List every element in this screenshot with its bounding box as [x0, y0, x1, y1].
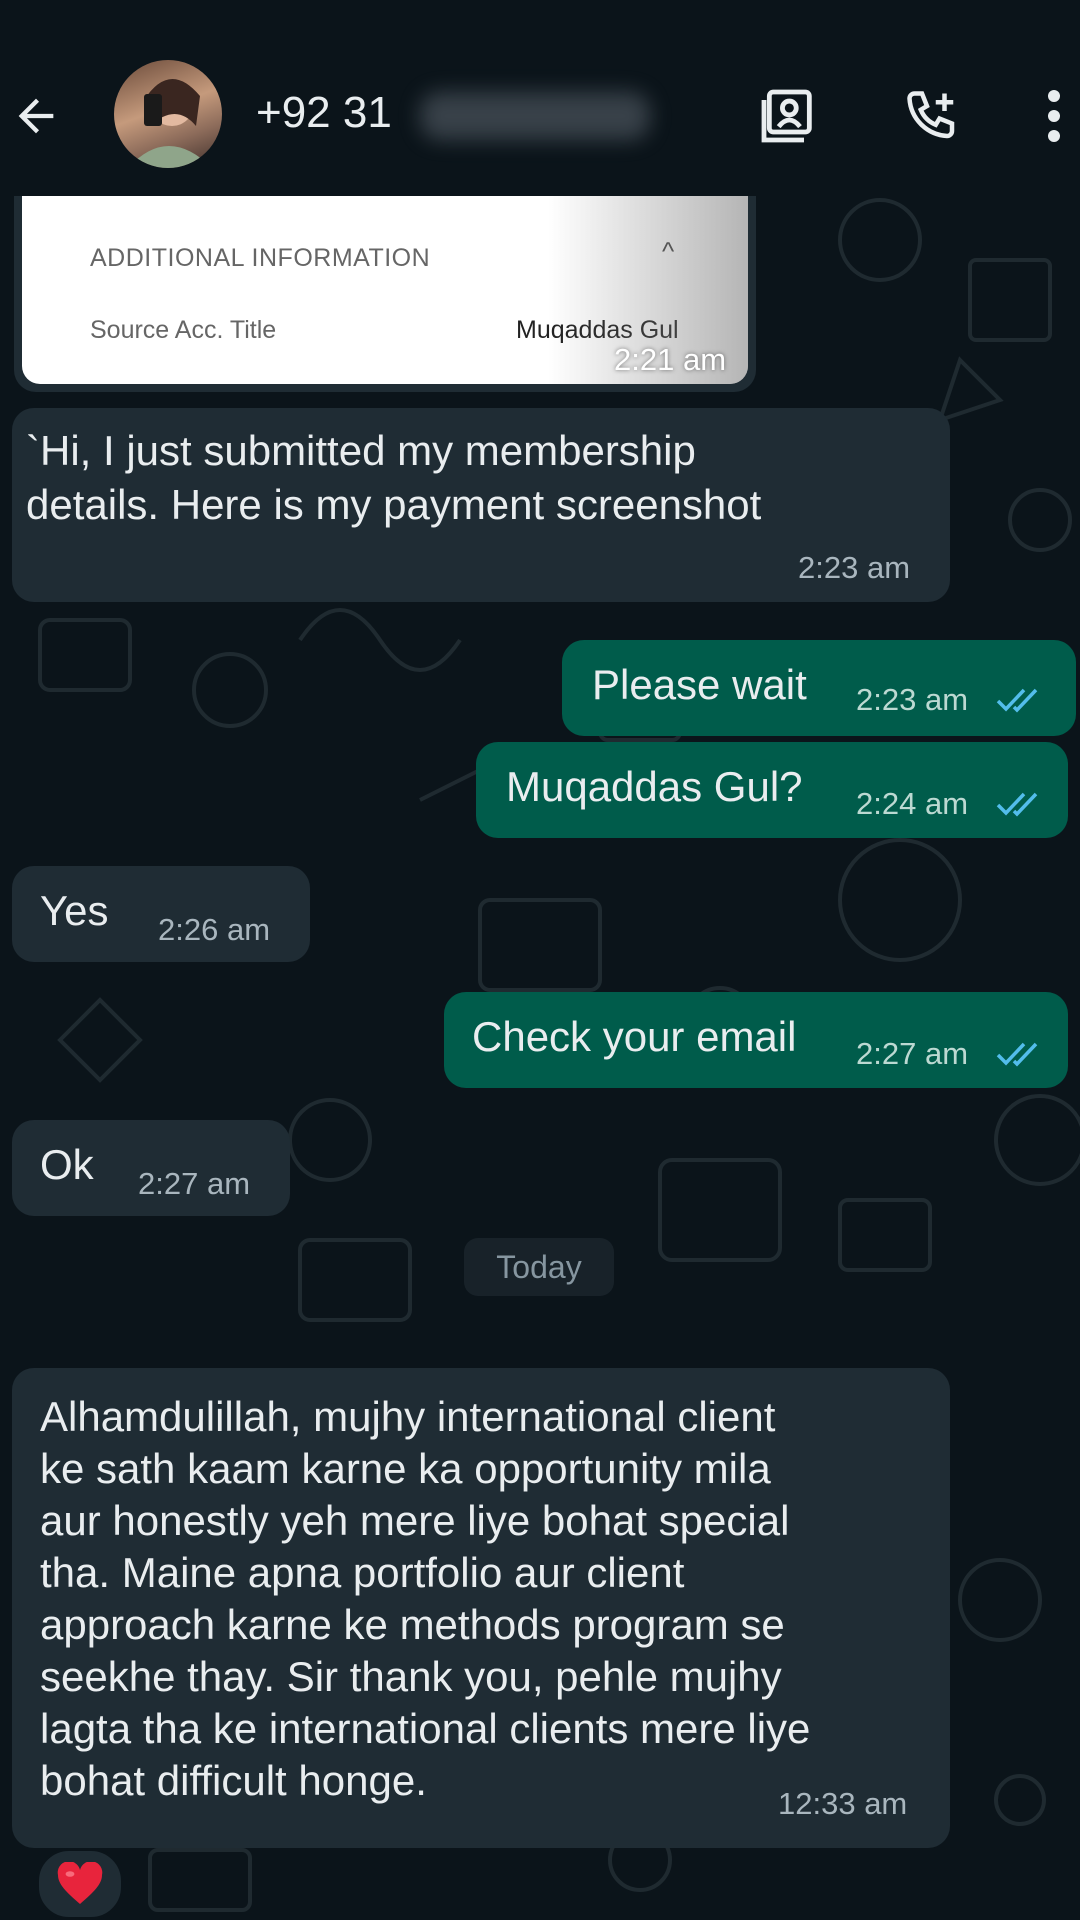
contact-avatar[interactable]: [114, 60, 222, 168]
back-button[interactable]: [4, 84, 68, 148]
message-time: 2:23 am: [856, 682, 969, 717]
message-text-line: approach karne ke methods program se: [40, 1601, 785, 1648]
message-text-line: tha. Maine apna portfolio aur client: [40, 1549, 685, 1596]
message-time: 2:24 am: [856, 786, 969, 821]
message-time: 2:21 am: [614, 342, 727, 377]
read-ticks-icon: [996, 1042, 1038, 1067]
add-call-icon: [907, 91, 955, 139]
avatar-image: [128, 78, 212, 168]
date-separator: Today: [464, 1238, 614, 1296]
message-text-line: bohat difficult honge.: [40, 1757, 427, 1804]
message-time: 2:23 am: [798, 550, 911, 585]
message-time: 2:27 am: [138, 1166, 251, 1201]
message-text: Please wait: [592, 661, 807, 708]
reaction-badge[interactable]: [36, 1848, 124, 1920]
arrow-left-icon: [18, 98, 54, 134]
message-text-line: ke sath kaam karne ka opportunity mila: [40, 1445, 771, 1492]
chat-area[interactable]: ADDITIONAL INFORMATION ^ Source Acc. Tit…: [0, 196, 1080, 1920]
message-text-line: `Hi, I just submitted my membership: [26, 427, 696, 474]
message-text-line: lagta tha ke international clients mere …: [40, 1705, 811, 1752]
read-ticks-icon: [996, 688, 1038, 713]
message-text-line: aur honestly yeh mere liye bohat special: [40, 1497, 790, 1544]
message-text-line: details. Here is my payment screenshot: [26, 481, 762, 528]
card-title: ADDITIONAL INFORMATION: [90, 244, 431, 272]
message-incoming[interactable]: `Hi, I just submitted my membership deta…: [12, 408, 950, 602]
read-ticks-icon: [996, 792, 1038, 817]
message-text-line: Alhamdulillah, mujhy international clien…: [40, 1393, 776, 1440]
redacted-number: [420, 92, 650, 140]
message-text: Ok: [40, 1141, 94, 1188]
more-options-button[interactable]: [1018, 80, 1080, 152]
image-message[interactable]: ADDITIONAL INFORMATION ^ Source Acc. Tit…: [14, 196, 756, 392]
message-time: 12:33 am: [778, 1786, 908, 1821]
chat-header: +92 31: [0, 0, 1080, 196]
message-incoming-long[interactable]: Alhamdulillah, mujhy international clien…: [12, 1368, 950, 1848]
message-outgoing[interactable]: Check your email 2:27 am: [444, 992, 1068, 1088]
message-text: Muqaddas Gul?: [506, 763, 803, 810]
message-text: Check your email: [472, 1013, 797, 1060]
contact-card-icon: [761, 89, 812, 143]
message-outgoing[interactable]: Muqaddas Gul? 2:24 am: [476, 742, 1068, 838]
contact-card-button[interactable]: [752, 80, 824, 152]
message-time: 2:27 am: [856, 1036, 969, 1071]
message-text: Yes: [40, 887, 109, 934]
payment-screenshot[interactable]: ADDITIONAL INFORMATION ^ Source Acc. Tit…: [22, 196, 748, 384]
message-time: 2:26 am: [158, 912, 271, 947]
add-call-button[interactable]: [896, 80, 968, 152]
contact-name[interactable]: +92 31: [256, 88, 392, 138]
message-text-line: seekhe thay. Sir thank you, pehle mujhy: [40, 1653, 782, 1700]
heart-icon: [57, 1862, 103, 1904]
message-incoming[interactable]: Yes 2:26 am: [12, 866, 310, 962]
message-incoming[interactable]: Ok 2:27 am: [12, 1120, 290, 1216]
message-outgoing[interactable]: Please wait 2:23 am: [562, 640, 1076, 736]
more-vert-icon: [1048, 90, 1060, 142]
card-label: Source Acc. Title: [90, 316, 277, 344]
